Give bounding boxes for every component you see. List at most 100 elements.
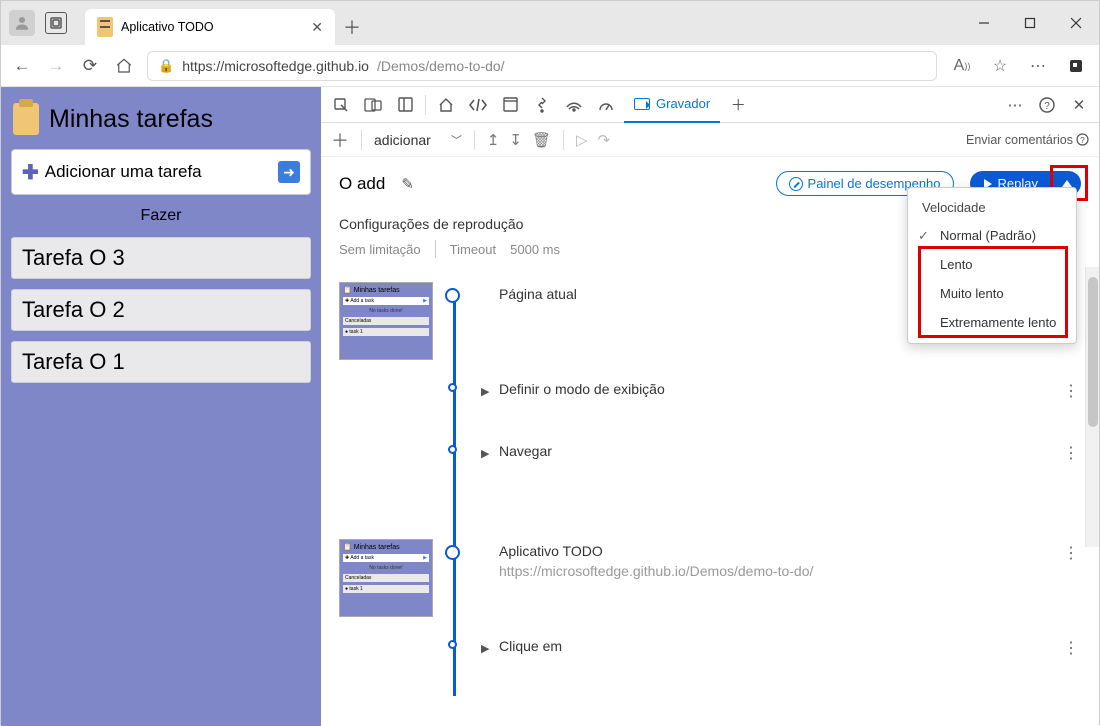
speed-option-normal[interactable]: ✓ Normal (Padrão): [908, 221, 1076, 250]
dock-icon[interactable]: [391, 91, 419, 119]
app-header: Minhas tarefas: [11, 97, 311, 139]
throttle-value[interactable]: Sem limitação: [339, 242, 421, 257]
play-icon[interactable]: ▷: [576, 131, 588, 149]
url-path: /Demos/demo-to-do/: [377, 58, 505, 74]
step-label: Página atual: [499, 286, 577, 302]
recording-name: adicionar: [374, 132, 431, 148]
speed-option-very-slow[interactable]: Muito lento: [908, 279, 1076, 308]
step-icon[interactable]: ↷: [598, 131, 611, 149]
svg-text:?: ?: [1080, 136, 1085, 145]
step-more-icon[interactable]: ⋮: [1063, 381, 1081, 401]
import-down-icon[interactable]: ↧: [509, 131, 522, 149]
recording-selector[interactable]: adicionar ﹀: [374, 132, 462, 148]
browser-tab[interactable]: Aplicativo TODO ✕: [85, 9, 335, 45]
replay-speed-popup: Velocidade ✓ Normal (Padrão) Lento Muito…: [907, 187, 1077, 344]
recorder-icon: [634, 98, 650, 110]
step-dot-icon: [448, 445, 457, 454]
profile-icon[interactable]: [9, 10, 35, 36]
step-dot-icon: [448, 383, 457, 392]
window-titlebar: Aplicativo TODO ✕ ＋: [1, 1, 1099, 45]
network-tab-icon[interactable]: [560, 91, 588, 119]
step-dot-icon: [445, 545, 460, 560]
read-aloud-icon[interactable]: A)): [949, 53, 975, 79]
address-bar[interactable]: 🔒 https://microsoftedge.github.io/Demos/…: [147, 51, 937, 81]
tab-title: Aplicativo TODO: [121, 20, 303, 34]
export-up-icon[interactable]: ↥: [487, 131, 500, 149]
step-more-icon[interactable]: ⋮: [1063, 638, 1081, 658]
home-button[interactable]: [113, 55, 135, 77]
app-title: Minhas tarefas: [49, 105, 213, 134]
sources-tab-icon[interactable]: [528, 91, 556, 119]
plus-icon: ✚: [22, 160, 39, 185]
task-item[interactable]: Tarefa O 2: [11, 289, 311, 331]
submit-task-button[interactable]: ➜: [278, 161, 300, 183]
devtools-more-icon[interactable]: ⋯: [1001, 91, 1029, 119]
recording-title: O add: [339, 174, 385, 194]
devtools-help-icon[interactable]: ?: [1033, 91, 1061, 119]
collections-icon[interactable]: [1063, 53, 1089, 79]
step-sublabel: https://microsoftedge.github.io/Demos/de…: [499, 563, 1081, 579]
timeout-label: Timeout: [450, 242, 496, 257]
close-window-button[interactable]: [1053, 1, 1099, 45]
favorite-icon[interactable]: ☆: [987, 53, 1013, 79]
add-task-input[interactable]: ✚ Adicionar uma tarefa ➜: [11, 149, 311, 195]
new-tab-button[interactable]: ＋: [335, 9, 369, 45]
refresh-button[interactable]: ⟳: [79, 55, 101, 77]
speed-option-extremely-slow[interactable]: Extremamente lento: [908, 308, 1076, 337]
scrollbar[interactable]: [1085, 267, 1099, 547]
chevron-down-icon: ﹀: [451, 132, 462, 148]
close-tab-icon[interactable]: ✕: [311, 19, 323, 36]
devtools-panel: Gravador ＋ ⋯ ? ✕ ＋ adicionar ﹀ ↥ ↧ 🗑: [321, 87, 1099, 726]
add-task-placeholder: Adicionar uma tarefa: [45, 162, 202, 182]
add-tab-button[interactable]: ＋: [724, 91, 752, 119]
task-item[interactable]: Tarefa O 3: [11, 237, 311, 279]
minimize-button[interactable]: [961, 1, 1007, 45]
new-recording-button[interactable]: ＋: [331, 127, 349, 153]
send-feedback-link[interactable]: Enviar comentários ?: [966, 133, 1089, 147]
task-item[interactable]: Tarefa O 1: [11, 341, 311, 383]
step-thumbnail: 📋 Minhas tarefas ✚ Add a task▶ No tasks …: [339, 539, 433, 617]
step-more-icon[interactable]: ⋮: [1063, 443, 1081, 463]
timeline-step[interactable]: ▶ Clique em ⋮: [469, 634, 1081, 696]
lock-icon: 🔒: [158, 58, 174, 74]
url-host: https://microsoftedge.github.io: [182, 58, 369, 74]
step-more-icon[interactable]: ⋮: [1063, 543, 1081, 563]
devtools-close-icon[interactable]: ✕: [1065, 91, 1093, 119]
edit-title-icon[interactable]: ✎: [401, 175, 414, 193]
step-dot-icon: [445, 288, 460, 303]
inspect-icon[interactable]: [327, 91, 355, 119]
step-label: Navegar: [499, 443, 552, 459]
workspaces-icon[interactable]: [45, 12, 67, 34]
todo-section-label: Fazer: [11, 205, 311, 227]
devtools-tabbar: Gravador ＋ ⋯ ? ✕: [321, 87, 1099, 123]
step-label: Definir o modo de exibição: [499, 381, 665, 397]
url-bar: ← → ⟳ 🔒 https://microsoftedge.github.io/…: [1, 45, 1099, 87]
svg-text:?: ?: [1044, 101, 1050, 112]
recorder-tab[interactable]: Gravador: [624, 87, 720, 123]
delete-icon[interactable]: 🗑: [532, 131, 551, 149]
scrollbar-thumb[interactable]: [1088, 277, 1098, 427]
maximize-button[interactable]: [1007, 1, 1053, 45]
speed-option-slow[interactable]: Lento: [908, 250, 1076, 279]
expand-chevron-icon[interactable]: ▶: [481, 447, 489, 460]
device-toggle-icon[interactable]: [359, 91, 387, 119]
timeout-value[interactable]: 5000 ms: [510, 242, 560, 257]
console-tab-icon[interactable]: [496, 91, 524, 119]
timeline-step[interactable]: 📋 Minhas tarefas ✚ Add a task▶ No tasks …: [469, 539, 1081, 634]
clipboard-icon: [13, 103, 39, 135]
performance-tab-icon[interactable]: [592, 91, 620, 119]
more-icon[interactable]: ⋯: [1025, 53, 1051, 79]
elements-tab-icon[interactable]: [464, 91, 492, 119]
todo-favicon-icon: [97, 17, 113, 37]
expand-chevron-icon[interactable]: ▶: [481, 385, 489, 398]
step-thumbnail: 📋 Minhas tarefas ✚ Add a task▶ No tasks …: [339, 282, 433, 360]
todo-app-panel: Minhas tarefas ✚ Adicionar uma tarefa ➜ …: [1, 87, 321, 726]
back-button[interactable]: ←: [11, 55, 33, 77]
steps-timeline: 📋 Minhas tarefas ✚ Add a task▶ No tasks …: [339, 282, 1081, 696]
welcome-tab-icon[interactable]: [432, 91, 460, 119]
recorder-toolbar: ＋ adicionar ﹀ ↥ ↧ 🗑 ▷ ↷ Enviar comentári…: [321, 123, 1099, 157]
triangle-up-icon: [1062, 180, 1072, 187]
timeline-step[interactable]: ▶ Navegar ⋮: [469, 439, 1081, 539]
timeline-step[interactable]: ▶ Definir o modo de exibição ⋮: [469, 377, 1081, 439]
expand-chevron-icon[interactable]: ▶: [481, 642, 489, 655]
